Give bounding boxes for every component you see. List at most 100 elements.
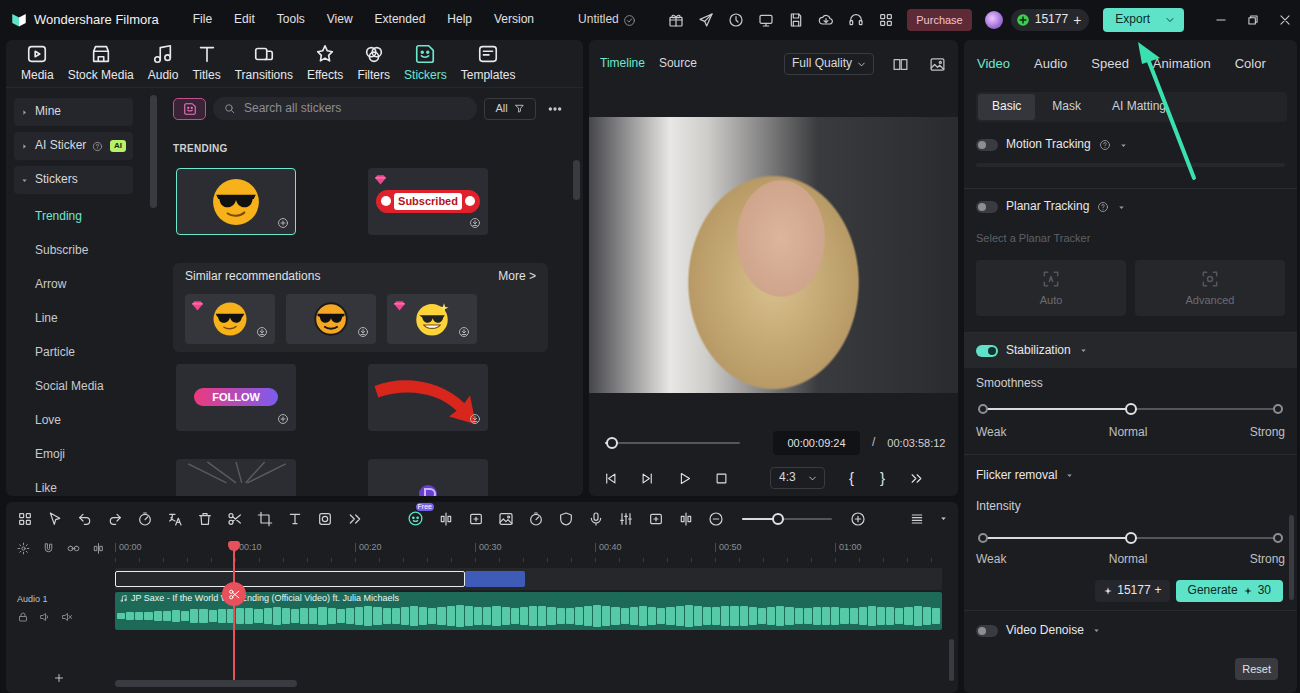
play-icon[interactable] (677, 471, 692, 486)
sidebar-item[interactable]: Subscribe (14, 234, 150, 268)
sticker-type-button[interactable] (173, 98, 206, 120)
prev-frame-icon[interactable] (603, 471, 618, 486)
property-scrollbar[interactable] (1289, 515, 1294, 600)
toggle-switch[interactable] (976, 201, 998, 213)
download-icon[interactable] (469, 413, 481, 425)
forward-icon[interactable] (347, 511, 363, 527)
monitor-icon[interactable] (758, 12, 774, 28)
sticker-item[interactable] (176, 459, 296, 496)
caret-down-icon[interactable] (1079, 346, 1088, 355)
stop-icon[interactable] (714, 471, 729, 486)
sidebar-item[interactable]: Love (14, 404, 150, 438)
video-clip[interactable] (115, 571, 465, 587)
sidebar-group[interactable]: AI StickerAI (14, 132, 133, 160)
caret-down-icon[interactable] (1119, 141, 1128, 150)
download-icon[interactable] (458, 326, 470, 338)
frame-icon[interactable] (648, 511, 664, 527)
scrubber-track[interactable] (605, 442, 740, 444)
menu-item[interactable]: Edit (234, 12, 255, 28)
content-scrollbar[interactable] (573, 160, 580, 200)
media-tab[interactable]: Audio (141, 43, 186, 84)
property-subtab[interactable]: Basic (978, 94, 1035, 120)
plus-icon[interactable] (53, 672, 65, 684)
caret-down-icon[interactable] (1065, 471, 1074, 480)
scrubber-knob[interactable] (606, 437, 618, 449)
media-tab[interactable]: Stickers (397, 43, 454, 84)
speed-icon[interactable] (137, 511, 153, 527)
help-icon[interactable] (92, 141, 103, 152)
minus-circle-icon[interactable] (708, 511, 724, 527)
chevron-down-icon[interactable] (1164, 14, 1176, 26)
credits[interactable]: 15177+ (1011, 9, 1090, 31)
plus-circle-icon[interactable] (277, 217, 289, 229)
sticker-item[interactable] (185, 294, 275, 344)
mark-out-button[interactable]: } (878, 468, 887, 488)
sticker-item[interactable]: FOLLOW (176, 364, 296, 431)
intensity-track[interactable] (983, 537, 1278, 539)
trash-icon[interactable] (197, 511, 213, 527)
sidebar-item[interactable]: Social Media (14, 370, 150, 404)
menu-item[interactable]: View (327, 12, 353, 28)
sidebar-item[interactable]: Particle (14, 336, 150, 370)
timeline-vscrollbar[interactable] (949, 639, 954, 681)
menu-item[interactable]: Tools (277, 12, 305, 28)
scissors-icon[interactable] (227, 511, 243, 527)
sidebar-item[interactable]: Arrow (14, 268, 150, 302)
volume-icon[interactable] (39, 611, 51, 623)
cloud-icon[interactable] (818, 12, 834, 28)
purchase-button[interactable]: Purchase (907, 9, 971, 31)
split-icon[interactable] (438, 511, 454, 527)
cursor-icon[interactable] (47, 511, 63, 527)
sidebar-group[interactable]: Stickers (14, 166, 133, 194)
menu-item[interactable]: Version (494, 12, 534, 28)
aspect-dropdown[interactable]: 4:3 (770, 467, 825, 489)
search-input[interactable] (244, 101, 467, 117)
media-tab[interactable]: Media (14, 43, 61, 84)
undo-icon[interactable] (77, 511, 93, 527)
search-field[interactable] (213, 97, 477, 120)
zoom-knob[interactable] (772, 513, 784, 525)
help-icon[interactable] (1099, 139, 1111, 151)
dots-icon[interactable] (547, 101, 563, 117)
timeline-hscrollbar[interactable] (115, 680, 297, 687)
text-icon[interactable] (287, 511, 303, 527)
property-subtab[interactable]: Mask (1038, 94, 1095, 120)
gear-icon[interactable] (17, 542, 30, 555)
apps-icon[interactable] (878, 12, 894, 28)
media-tab[interactable]: Effects (300, 43, 350, 84)
media-tab[interactable]: Transitions (228, 43, 300, 84)
split-icon[interactable] (92, 542, 105, 555)
menu-item[interactable]: Help (447, 12, 472, 28)
video-clip[interactable] (465, 571, 525, 587)
playhead-split[interactable] (222, 582, 246, 606)
sidebar-item[interactable]: Emoji (14, 438, 150, 472)
caret-down-icon[interactable] (939, 514, 948, 523)
property-tab[interactable]: Audio (1034, 56, 1067, 73)
smoothness-track[interactable] (983, 408, 1278, 410)
forward-icon[interactable] (909, 471, 924, 486)
mark-in-button[interactable]: { (847, 468, 856, 488)
plus-circle-icon[interactable] (277, 413, 289, 425)
close-icon[interactable] (1278, 13, 1292, 27)
send-icon[interactable] (698, 12, 714, 28)
property-tab[interactable]: Speed (1091, 56, 1129, 73)
smoothness-knob[interactable] (1125, 403, 1137, 415)
split-icon[interactable] (678, 511, 694, 527)
support-icon[interactable] (848, 12, 864, 28)
credit-add[interactable]: + (1155, 583, 1162, 599)
sidebar-item[interactable]: Trending (14, 200, 150, 234)
menu-item[interactable]: Extended (375, 12, 426, 28)
sidebar-item[interactable]: Like (14, 472, 150, 496)
toggle-switch[interactable] (976, 139, 998, 151)
sidebar-item[interactable]: Line (14, 302, 150, 336)
media-tab[interactable]: Stock Media (61, 43, 141, 84)
apps-icon[interactable] (17, 511, 33, 527)
minimize-icon[interactable] (1214, 13, 1228, 27)
bars-icon[interactable] (909, 511, 925, 527)
media-tab[interactable]: Filters (350, 43, 397, 84)
help-icon[interactable] (1097, 201, 1109, 213)
property-tab[interactable]: Video (977, 56, 1010, 73)
frame-icon[interactable] (468, 511, 484, 527)
shield-icon[interactable] (558, 511, 574, 527)
caret-down-icon[interactable] (1117, 203, 1126, 212)
